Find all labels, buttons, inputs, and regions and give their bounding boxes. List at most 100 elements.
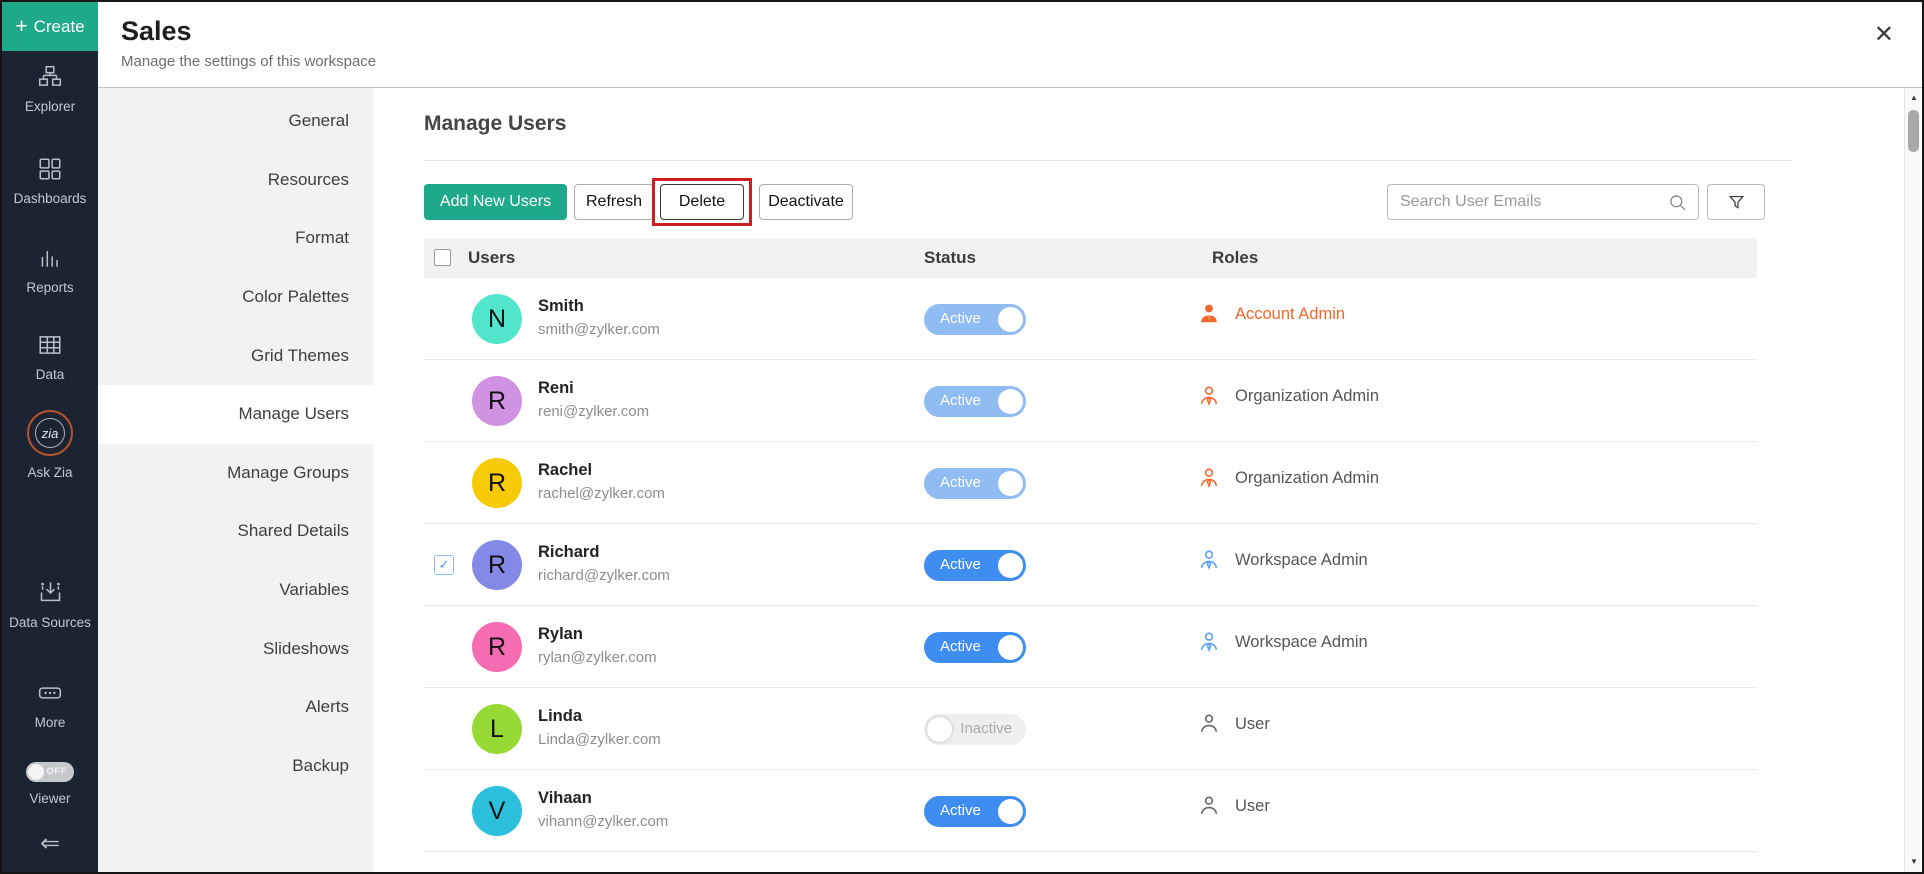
avatar: L [472, 704, 522, 754]
scroll-up-button[interactable]: ▲ [1905, 90, 1923, 106]
manage-users-content: Manage Users Add New Users Refresh Delet… [373, 88, 1904, 872]
viewer-toggle-knob [28, 764, 44, 780]
role[interactable]: Account Admin [1198, 303, 1345, 325]
search-box [1387, 184, 1699, 220]
add-new-users-button[interactable]: Add New Users [424, 184, 567, 220]
sidebar-item-label: Explorer [25, 97, 75, 117]
user-row: ✓ R Richard richard@zylker.com Active [424, 524, 1757, 606]
status-toggle[interactable]: Active [924, 386, 1026, 417]
status-toggle[interactable]: Active [924, 468, 1026, 499]
panel-body: General Resources Format Color Palettes … [98, 88, 1922, 872]
settings-menu-item-label: Format [295, 228, 349, 248]
person-tie-icon [1198, 549, 1220, 571]
role[interactable]: Workspace Admin [1198, 549, 1368, 571]
filter-button[interactable] [1707, 184, 1765, 220]
status-toggle[interactable]: Active [924, 632, 1026, 663]
refresh-button[interactable]: Refresh [574, 184, 654, 220]
role[interactable]: User [1198, 713, 1270, 735]
settings-menu-item[interactable]: Variables [98, 561, 373, 620]
settings-menu-item-label: Shared Details [237, 521, 349, 541]
toggle-knob [927, 717, 952, 742]
search-icon [1668, 193, 1688, 213]
avatar: R [472, 376, 522, 426]
select-all-checkbox[interactable] [434, 249, 451, 266]
status-toggle[interactable]: Active [924, 304, 1026, 335]
settings-menu-item[interactable]: Format [98, 209, 373, 268]
delete-button[interactable]: Delete [660, 184, 744, 220]
sidebar-item-ask-zia[interactable]: zia Ask Zia [2, 410, 98, 483]
status-label: Active [940, 802, 981, 819]
status-label: Active [940, 556, 981, 573]
user-email: rylan@zylker.com [538, 649, 657, 666]
person-tie-icon [1198, 467, 1220, 489]
settings-menu-item-label: Backup [292, 756, 349, 776]
sidebar-item-label: Ask Zia [27, 463, 72, 483]
settings-menu-item-label: Manage Users [238, 404, 349, 424]
settings-menu-item[interactable]: Grid Themes [98, 326, 373, 385]
vertical-scrollbar[interactable]: ▲ ▼ [1904, 88, 1922, 872]
sidebar-item-label: More [35, 713, 66, 733]
page-title: Sales [121, 16, 192, 47]
close-button[interactable]: ✕ [1874, 20, 1894, 49]
users-column-header: Users [468, 248, 515, 268]
create-button[interactable]: + Create [2, 2, 98, 51]
settings-menu-item[interactable]: Alerts [98, 678, 373, 737]
settings-menu-item[interactable]: Backup [98, 737, 373, 796]
filter-icon [1727, 193, 1746, 212]
page-subtitle: Manage the settings of this workspace [121, 53, 376, 70]
sidebar-item-dashboards[interactable]: Dashboards [2, 156, 98, 209]
row-checkbox[interactable]: ✓ [434, 555, 454, 575]
status-label: Active [940, 638, 981, 655]
sidebar-viewer-toggle[interactable]: OFF Viewer [2, 762, 98, 809]
sidebar-item-explorer[interactable]: Explorer [2, 64, 98, 117]
check-icon: ✓ [439, 557, 450, 572]
settings-menu-item[interactable]: Shared Details [98, 502, 373, 561]
user-row: R Rylan rylan@zylker.com Active [424, 606, 1757, 688]
role-label: Organization Admin [1235, 469, 1379, 488]
sidebar-item-label: Reports [26, 278, 73, 298]
settings-menu-item[interactable]: Manage Groups [98, 444, 373, 503]
settings-menu-item[interactable]: Resources [98, 151, 373, 210]
status-toggle[interactable]: Active [924, 550, 1026, 581]
person-filled-icon [1198, 303, 1220, 325]
sidebar-item-more[interactable]: More [2, 680, 98, 733]
app-sidebar: + Create Explorer Dashboards Reports [2, 2, 98, 872]
data-icon [37, 332, 63, 358]
status-toggle[interactable]: Active [924, 796, 1026, 827]
sidebar-item-label: Data [36, 365, 65, 385]
role[interactable]: Organization Admin [1198, 467, 1379, 489]
status-toggle[interactable]: Inactive [924, 714, 1026, 745]
role-label: User [1235, 797, 1270, 816]
status-column-header: Status [924, 248, 976, 268]
user-name: Rylan [538, 625, 583, 644]
settings-menu-item[interactable]: Slideshows [98, 619, 373, 678]
collapse-sidebar-icon[interactable]: ⇐ [2, 829, 98, 858]
search-input[interactable] [1400, 185, 1660, 219]
viewer-toggle[interactable]: OFF [26, 762, 74, 782]
zia-icon: zia [27, 410, 73, 456]
settings-menu-item[interactable]: General [98, 92, 373, 151]
close-icon: ✕ [1874, 21, 1894, 48]
settings-menu-item[interactable]: Manage Users [98, 385, 373, 444]
settings-menu-item-label: General [289, 111, 349, 131]
status-label: Active [940, 392, 981, 409]
role[interactable]: Workspace Admin [1198, 631, 1368, 653]
role[interactable]: Organization Admin [1198, 385, 1379, 407]
sidebar-item-data[interactable]: Data [2, 332, 98, 385]
avatar-initial: R [488, 469, 506, 498]
status-label: Inactive [960, 720, 1012, 737]
sidebar-item-data-sources[interactable]: Data Sources [2, 579, 98, 633]
role[interactable]: User [1198, 795, 1270, 817]
user-row: N Smith smith@zylker.com Active [424, 278, 1757, 360]
settings-menu-item-label: Color Palettes [242, 287, 349, 307]
user-name: Richard [538, 543, 599, 562]
data-sources-icon [37, 579, 64, 606]
avatar-initial: R [488, 633, 506, 662]
scroll-down-button[interactable]: ▼ [1905, 854, 1923, 870]
deactivate-button[interactable]: Deactivate [759, 184, 853, 220]
settings-menu: General Resources Format Color Palettes … [98, 88, 373, 872]
sidebar-item-reports[interactable]: Reports [2, 245, 98, 298]
avatar-initial: N [488, 305, 506, 334]
scroll-thumb[interactable] [1908, 110, 1919, 152]
settings-menu-item[interactable]: Color Palettes [98, 268, 373, 327]
